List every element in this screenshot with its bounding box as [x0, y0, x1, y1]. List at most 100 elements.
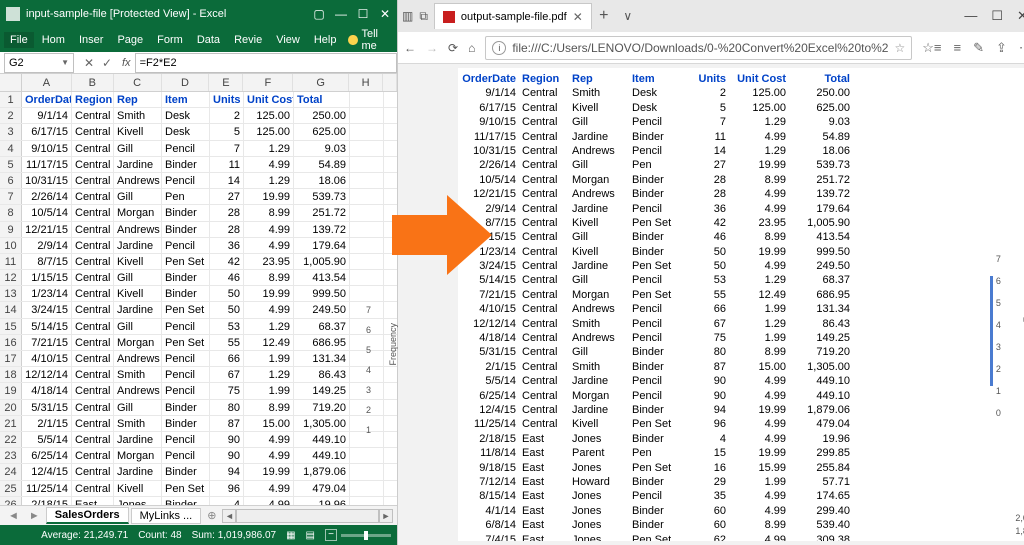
table-row[interactable]: 511/17/15CentralJardineBinder114.9954.89: [0, 157, 397, 173]
edge-close-icon[interactable]: ✕: [1017, 8, 1024, 24]
hscroll[interactable]: ◄ ►: [222, 509, 393, 523]
row-header[interactable]: 17: [0, 351, 22, 366]
row-header[interactable]: 6: [0, 173, 22, 188]
cell[interactable]: Jardine: [114, 238, 162, 253]
header-cell[interactable]: Unit Cost: [244, 92, 294, 107]
cell[interactable]: Smith: [114, 367, 162, 382]
hscroll-right-icon[interactable]: ►: [379, 509, 393, 523]
cell[interactable]: 4.99: [244, 497, 294, 505]
cell[interactable]: 139.72: [294, 222, 350, 237]
cell[interactable]: 54.89: [294, 157, 350, 172]
formula-bar[interactable]: =F2*E2: [135, 53, 397, 73]
cell[interactable]: Pen Set: [162, 254, 210, 269]
cell[interactable]: 9/10/15: [22, 141, 72, 156]
more-icon[interactable]: ⋯: [1019, 40, 1024, 56]
cell[interactable]: Central: [72, 141, 114, 156]
ribbon-tab-view[interactable]: View: [270, 32, 306, 48]
cell[interactable]: 12/12/14: [22, 367, 72, 382]
cell[interactable]: Gill: [114, 141, 162, 156]
table-row[interactable]: 912/21/15CentralAndrewsBinder284.99139.7…: [0, 222, 397, 238]
cell[interactable]: 6/17/15: [22, 124, 72, 139]
cell[interactable]: 55: [210, 335, 244, 350]
cell[interactable]: Central: [72, 400, 114, 415]
col-header-g[interactable]: G: [293, 74, 349, 91]
row-header[interactable]: 20: [0, 400, 22, 415]
cell[interactable]: 625.00: [294, 124, 350, 139]
row-header[interactable]: 14: [0, 302, 22, 317]
cell[interactable]: Pencil: [162, 367, 210, 382]
table-row[interactable]: 194/18/14CentralAndrewsPencil751.99149.2…: [0, 383, 397, 399]
cell[interactable]: 36: [210, 238, 244, 253]
site-info-icon[interactable]: i: [492, 41, 506, 55]
browser-tab[interactable]: output-sample-file.pdf ✕: [434, 3, 592, 29]
table-row[interactable]: 1812/12/14CentralSmithPencil671.2986.43: [0, 367, 397, 383]
zoom-control[interactable]: −: [325, 529, 391, 541]
zoom-track[interactable]: [341, 534, 391, 537]
zoom-out-icon[interactable]: −: [325, 529, 337, 541]
cell[interactable]: Pen: [162, 189, 210, 204]
cell[interactable]: 87: [210, 416, 244, 431]
cell[interactable]: 3/24/15: [22, 302, 72, 317]
cell[interactable]: Pen Set: [162, 302, 210, 317]
cell[interactable]: Central: [72, 238, 114, 253]
cell[interactable]: 4.99: [244, 222, 294, 237]
cell[interactable]: Central: [72, 124, 114, 139]
cell[interactable]: Central: [72, 335, 114, 350]
cell[interactable]: Pencil: [162, 448, 210, 463]
col-header-d[interactable]: D: [162, 74, 210, 91]
cell[interactable]: 249.50: [294, 302, 350, 317]
excel-grid[interactable]: A B C D E F G H 1OrderDateRegionRepItemU…: [0, 74, 397, 505]
cell[interactable]: Central: [72, 319, 114, 334]
ribbon-tab-help[interactable]: Help: [308, 32, 343, 48]
cell[interactable]: Central: [72, 351, 114, 366]
cell[interactable]: 149.25: [294, 383, 350, 398]
cell[interactable]: 42: [210, 254, 244, 269]
cell[interactable]: 1/23/14: [22, 286, 72, 301]
cell[interactable]: Central: [72, 464, 114, 479]
excel-rows[interactable]: 1OrderDateRegionRepItemUnitsUnit CostTot…: [0, 92, 397, 505]
nav-home-icon[interactable]: ⌂: [468, 41, 475, 55]
cell[interactable]: Central: [72, 416, 114, 431]
hscroll-track[interactable]: [236, 509, 379, 523]
cell[interactable]: 999.50: [294, 286, 350, 301]
table-row[interactable]: 118/7/15CentralKivellPen Set4223.951,005…: [0, 254, 397, 270]
cell[interactable]: 8.99: [244, 400, 294, 415]
cell[interactable]: Andrews: [114, 222, 162, 237]
cell[interactable]: Central: [72, 189, 114, 204]
cell[interactable]: 66: [210, 351, 244, 366]
table-row[interactable]: 155/14/15CentralGillPencil531.2968.37: [0, 319, 397, 335]
col-header-i[interactable]: [383, 74, 397, 91]
cell[interactable]: Kivell: [114, 124, 162, 139]
cell[interactable]: 1,005.90: [294, 254, 350, 269]
cell[interactable]: 4.99: [244, 481, 294, 496]
view-layout-icon[interactable]: ▤: [306, 530, 315, 541]
row-header[interactable]: 22: [0, 432, 22, 447]
cell[interactable]: 251.72: [294, 205, 350, 220]
cell[interactable]: 1.29: [244, 173, 294, 188]
col-header-a[interactable]: A: [22, 74, 72, 91]
row-header[interactable]: 4: [0, 141, 22, 156]
row-header[interactable]: 9: [0, 222, 22, 237]
cell[interactable]: 1.99: [244, 351, 294, 366]
table-row[interactable]: 72/26/14CentralGillPen2719.99539.73: [0, 189, 397, 205]
cell[interactable]: 1.29: [244, 319, 294, 334]
ribbon-tab-data[interactable]: Data: [191, 32, 226, 48]
cell[interactable]: 10/5/14: [22, 205, 72, 220]
cell[interactable]: Central: [72, 173, 114, 188]
cell[interactable]: Gill: [114, 400, 162, 415]
cell[interactable]: 2/9/14: [22, 238, 72, 253]
cell[interactable]: Gill: [114, 270, 162, 285]
accept-formula-icon[interactable]: ✓: [100, 56, 114, 70]
cell[interactable]: 19.99: [244, 189, 294, 204]
cell[interactable]: 15.00: [244, 416, 294, 431]
tab-close-icon[interactable]: ✕: [573, 10, 583, 24]
cell[interactable]: 5/14/15: [22, 319, 72, 334]
cell[interactable]: Central: [72, 286, 114, 301]
name-box[interactable]: G2 ▼: [4, 53, 74, 73]
cell[interactable]: 539.73: [294, 189, 350, 204]
cell[interactable]: Central: [72, 448, 114, 463]
table-row[interactable]: 236/25/14CentralMorganPencil904.99449.10: [0, 448, 397, 464]
cell[interactable]: Gill: [114, 189, 162, 204]
close-icon[interactable]: ✕: [379, 8, 391, 20]
table-row[interactable]: 49/10/15CentralGillPencil71.299.03: [0, 141, 397, 157]
